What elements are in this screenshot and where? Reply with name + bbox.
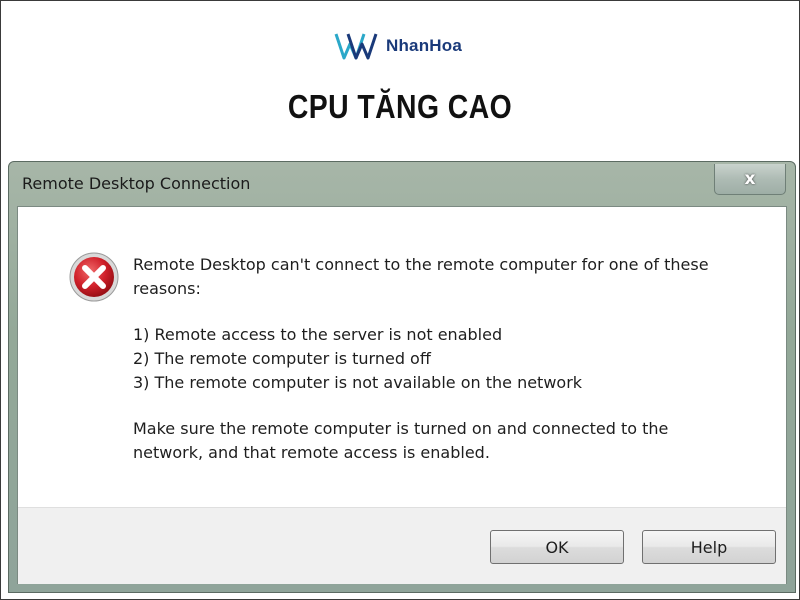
brand-header: NhanHoa (334, 30, 462, 62)
close-icon: x (744, 169, 756, 189)
ok-button[interactable]: OK (490, 530, 624, 564)
reason-item: 3) The remote computer is not available … (133, 373, 583, 392)
nhanhoa-logo-icon (334, 32, 380, 60)
close-button[interactable]: x (714, 164, 786, 195)
rdc-error-dialog: Remote Desktop Connection x Remote Deskt… (8, 161, 796, 593)
dialog-content: Remote Desktop can't connect to the remo… (18, 207, 786, 507)
brand-name: NhanHoa (386, 36, 463, 55)
error-icon (68, 251, 120, 307)
error-message: Remote Desktop can't connect to the remo… (133, 253, 763, 465)
advice-line: network, and that remote access is enabl… (133, 443, 490, 462)
dialog-title: Remote Desktop Connection (22, 174, 251, 193)
message-line: Remote Desktop can't connect to the remo… (133, 255, 709, 274)
advice-line: Make sure the remote computer is turned … (133, 419, 669, 438)
dialog-titlebar[interactable]: Remote Desktop Connection x (9, 162, 795, 206)
dialog-client-area: Remote Desktop can't connect to the remo… (17, 206, 787, 584)
reason-item: 2) The remote computer is turned off (133, 349, 431, 368)
reason-item: 1) Remote access to the server is not en… (133, 325, 503, 344)
help-button[interactable]: Help (642, 530, 776, 564)
page-headline: CPU TĂNG CAO (287, 88, 513, 125)
message-line: reasons: (133, 279, 201, 298)
dialog-button-bar: OK Help (18, 507, 786, 584)
